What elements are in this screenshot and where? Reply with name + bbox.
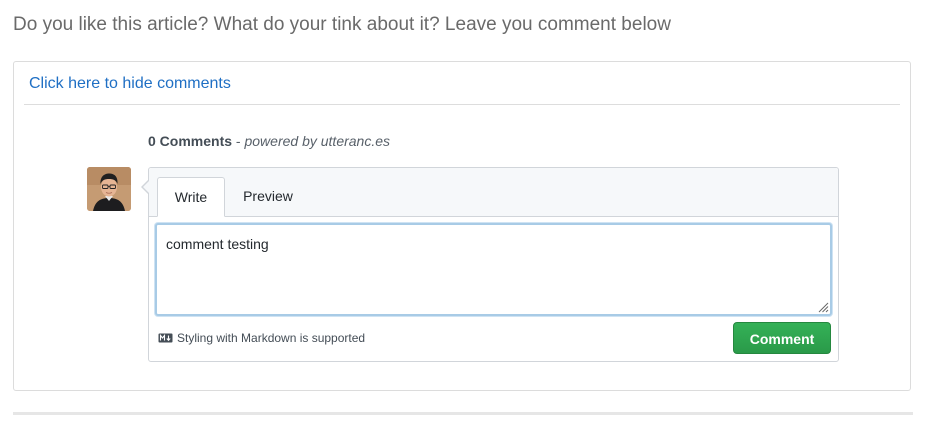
resize-grip-icon[interactable]: [818, 302, 829, 313]
hide-comments-link[interactable]: Click here to hide comments: [29, 75, 231, 93]
comment-editor: Write Preview comment testing Styling wi…: [141, 167, 839, 362]
user-avatar[interactable]: [87, 167, 131, 211]
tab-write[interactable]: Write: [157, 177, 225, 217]
powered-by-label: powered by utteranc.es: [244, 133, 391, 149]
markdown-note: Styling with Markdown is supported: [158, 331, 365, 345]
comment-count: 0 Comments - powered by utteranc.es: [148, 133, 390, 149]
comment-textarea[interactable]: comment testing: [155, 223, 832, 316]
divider: [24, 104, 900, 105]
comment-count-label: 0 Comments: [148, 133, 233, 149]
separator: -: [232, 133, 245, 149]
comment-button[interactable]: Comment: [733, 322, 831, 354]
editor-tab-bar: Write Preview: [149, 168, 838, 217]
page: Do you like this article? What do your t…: [0, 0, 933, 432]
comment-prompt: Do you like this article? What do your t…: [13, 14, 671, 35]
markdown-note-label: Styling with Markdown is supported: [177, 331, 366, 345]
comments-card: Click here to hide comments 0 Comments -…: [13, 61, 911, 391]
bottom-divider: [13, 412, 913, 415]
avatar-image: [87, 167, 131, 211]
markdown-icon: [158, 333, 173, 343]
tab-preview[interactable]: Preview: [231, 177, 305, 216]
